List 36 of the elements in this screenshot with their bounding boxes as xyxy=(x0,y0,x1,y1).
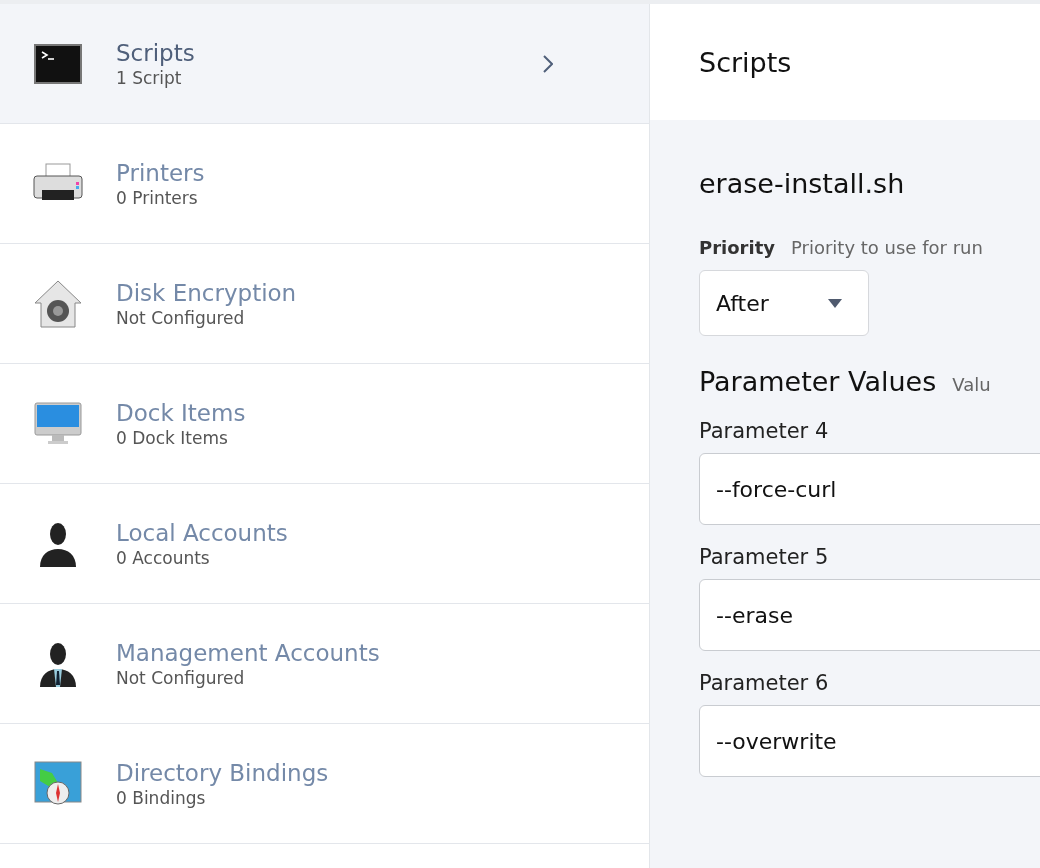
panel-title: Scripts xyxy=(699,46,792,78)
item-title: Management Accounts xyxy=(116,638,380,667)
item-subtitle: 0 Accounts xyxy=(116,546,210,569)
item-title: Dock Items xyxy=(116,398,246,427)
monitor-icon xyxy=(34,401,82,446)
item-title: Printers xyxy=(116,158,205,187)
item-subtitle: Not Configured xyxy=(116,306,245,329)
section-hint: Valu xyxy=(952,374,991,395)
field-label: Parameter 4 xyxy=(699,419,829,443)
item-subtitle: Not Configured xyxy=(116,666,245,689)
person-with-tie-icon xyxy=(38,640,78,687)
terminal-icon xyxy=(34,43,82,84)
item-subtitle: 0 Dock Items xyxy=(116,426,228,449)
item-title: Local Accounts xyxy=(116,518,288,547)
house-safe-icon xyxy=(33,278,83,329)
parameter-input[interactable]: --overwrite xyxy=(699,705,1040,777)
item-subtitle: 1 Script xyxy=(116,66,182,89)
sidebar-item[interactable]: Scripts 1 Script xyxy=(0,4,649,124)
item-subtitle: 0 Bindings xyxy=(116,786,206,809)
field-label: Parameter 5 xyxy=(699,545,829,569)
caret-icon xyxy=(828,298,842,308)
script-name: erase-install.sh xyxy=(699,168,905,199)
field-label: Parameter 6 xyxy=(699,671,829,695)
person-silhouette-icon xyxy=(38,520,78,567)
section-title: Parameter Values xyxy=(699,366,937,397)
chevron-right-icon xyxy=(543,54,553,73)
map-compass-icon xyxy=(34,760,82,807)
item-subtitle: 0 Printers xyxy=(116,186,198,209)
parameter-input[interactable]: --erase xyxy=(699,579,1040,651)
priority-dropdown[interactable]: After xyxy=(699,270,869,336)
item-title: Disk Encryption xyxy=(116,278,297,307)
parameter-input[interactable]: --force-curl xyxy=(699,453,1040,525)
field-hint: Priority to use for run xyxy=(791,237,983,258)
item-title: Scripts xyxy=(116,38,195,67)
item-title: Directory Bindings xyxy=(116,758,329,787)
field-label: Priority xyxy=(699,237,775,258)
